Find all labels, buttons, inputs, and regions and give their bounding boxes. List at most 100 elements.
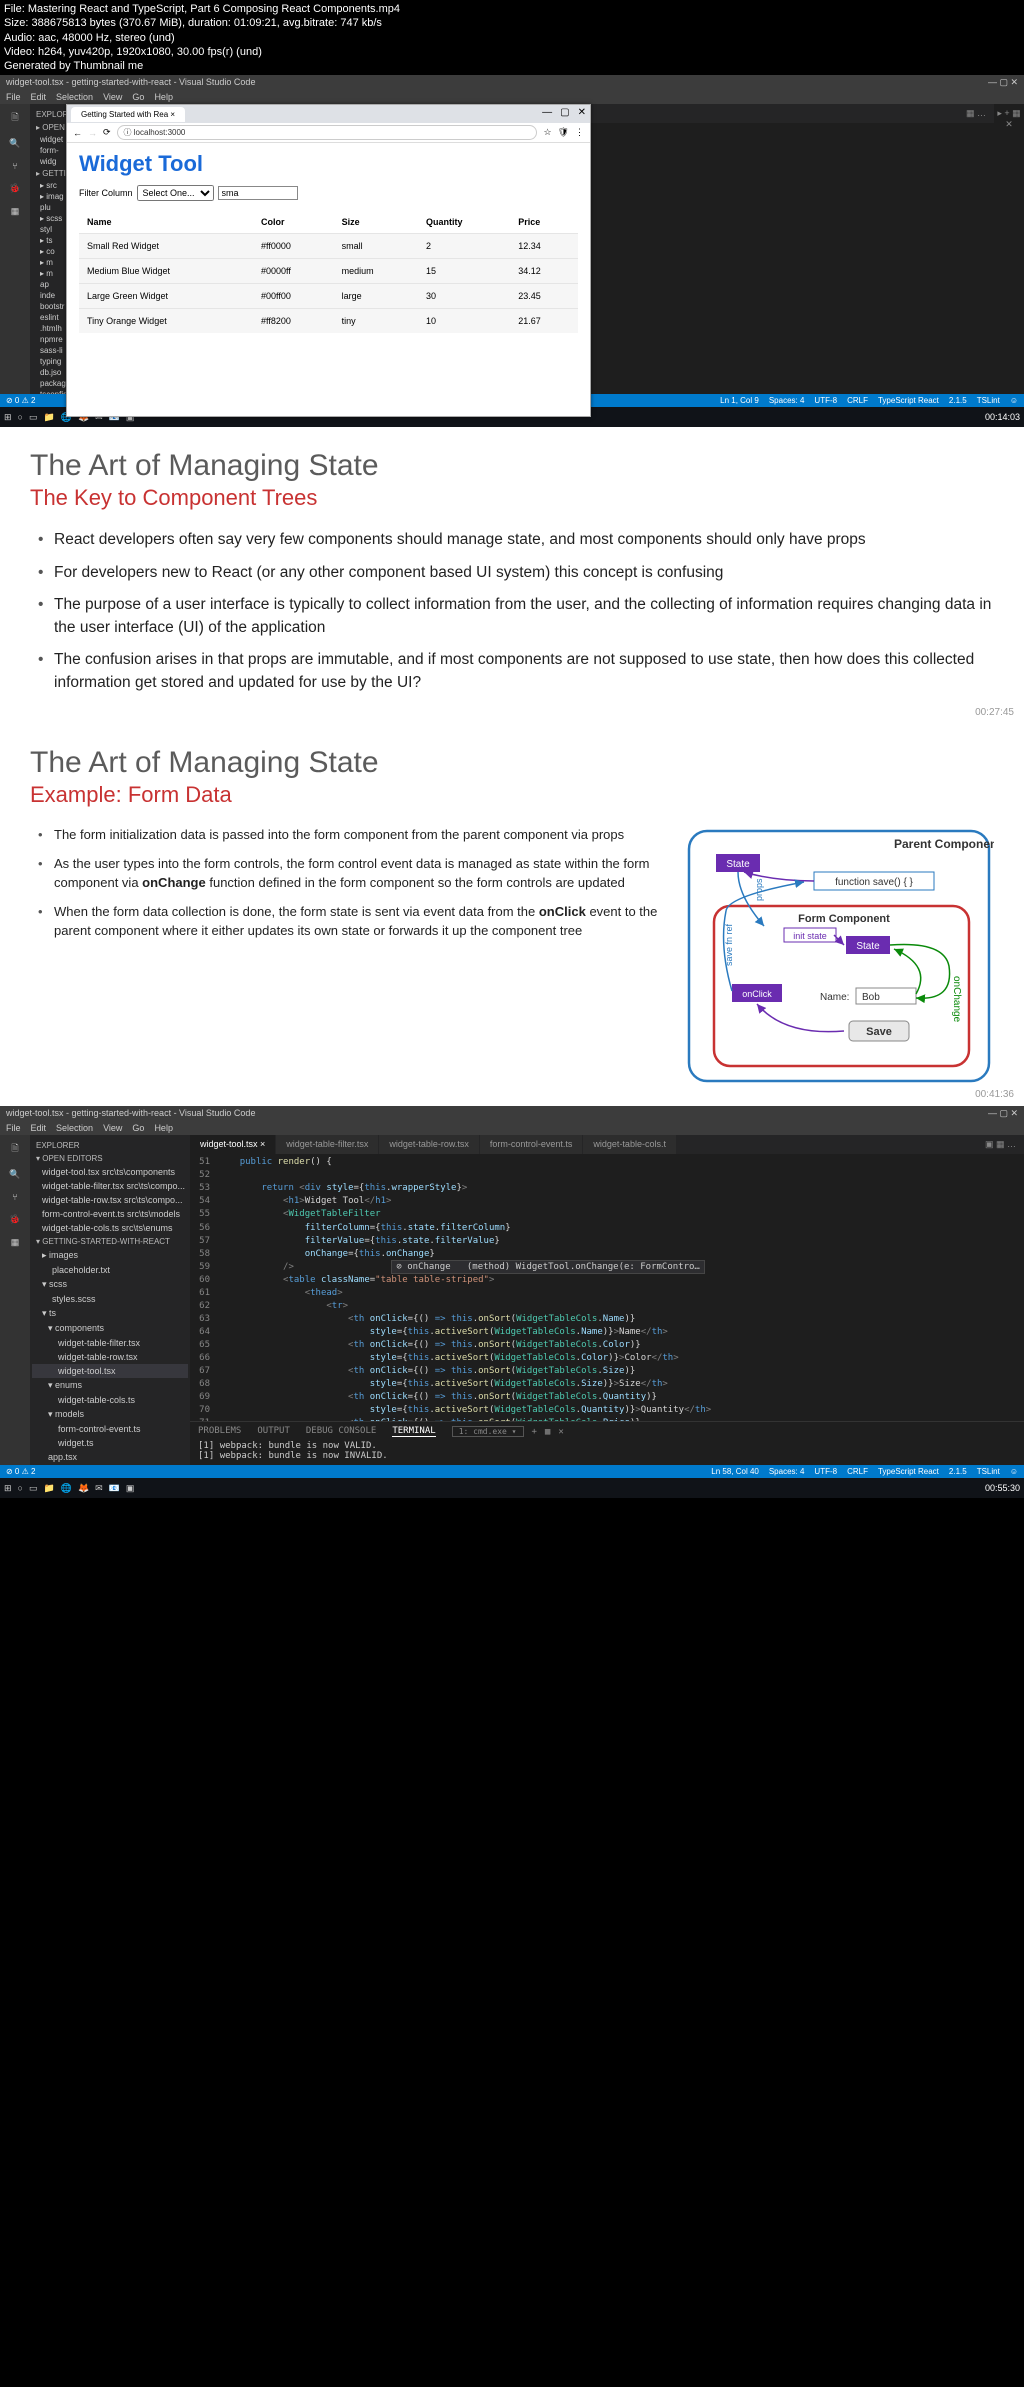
activity-bar[interactable]: 🗎 🔍 ⑂ 🐞 ▦ <box>0 104 30 394</box>
filter-input[interactable] <box>218 186 298 200</box>
tree-item[interactable]: ▾ scss <box>32 1277 188 1292</box>
vscode-menu[interactable]: FileEditSelectionViewGoHelp <box>0 90 1024 104</box>
open-editor-item[interactable]: form-control-event.ts src\ts\models <box>32 1207 188 1221</box>
explorer-sidebar[interactable]: EXPLORER ▾ OPEN EDITORS widget-tool.tsx … <box>30 1135 190 1465</box>
tree-item[interactable]: app.tsx <box>32 1450 188 1464</box>
svg-text:State: State <box>856 941 880 952</box>
files-icon[interactable]: 🗎 <box>11 1141 18 1157</box>
component-diagram: Parent Component State function save() {… <box>684 826 994 1086</box>
extensions-icon[interactable]: ▦ <box>11 1237 20 1248</box>
windows-taskbar[interactable]: ⊞ ○▭📁🌐🦊✉📧▣ 00:55:30 <box>0 1478 1024 1498</box>
shield-icon[interactable]: 🛡 <box>558 127 569 138</box>
tree-item[interactable]: ▾ enums <box>32 1378 188 1393</box>
svg-text:onChange: onChange <box>951 976 962 1023</box>
debug-icon[interactable]: 🐞 <box>9 183 20 194</box>
open-editor-item[interactable]: widget-tool.tsx src\ts\components <box>32 1165 188 1179</box>
panel-tab[interactable]: PROBLEMS <box>198 1426 241 1437</box>
svg-text:Name:: Name: <box>820 992 849 1003</box>
editor-tab[interactable]: widget-table-filter.tsx <box>276 1135 379 1154</box>
panel-tab[interactable]: DEBUG CONSOLE <box>306 1426 376 1437</box>
address-bar[interactable]: ⓘ localhost:3000 <box>117 125 538 140</box>
slide-managing-state-2: The Art of Managing State Example: Form … <box>0 724 1024 1106</box>
terminal-add-icon[interactable]: + <box>532 1427 537 1437</box>
tree-item[interactable]: ▸ images <box>32 1248 188 1263</box>
tree-item[interactable]: placeholder.txt <box>32 1263 188 1277</box>
col-size[interactable]: Size <box>334 211 418 234</box>
editor-right-actions[interactable]: ▸ + ▦ ✕ <box>994 104 1024 394</box>
terminal-close-icon[interactable]: ✕ <box>558 1427 563 1437</box>
files-icon[interactable]: 🗎 <box>11 110 18 126</box>
browser-window-controls[interactable]: —▢✕ <box>542 107 586 118</box>
vscode-titlebar: widget-tool.tsx - getting-started-with-r… <box>0 75 1024 90</box>
debug-icon[interactable]: 🐞 <box>9 1214 20 1225</box>
slide-title: The Art of Managing State <box>30 449 994 483</box>
taskview-icon[interactable]: ▭ <box>29 412 38 423</box>
terminal-panel[interactable]: PROBLEMS OUTPUT DEBUG CONSOLE TERMINAL 1… <box>190 1421 1024 1465</box>
forward-icon[interactable]: → <box>88 128 97 138</box>
tree-item[interactable]: widget-table-filter.tsx <box>32 1336 188 1350</box>
browser-tab[interactable]: Getting Started with Rea × <box>71 107 185 122</box>
slide-managing-state-1: The Art of Managing State The Key to Com… <box>0 427 1024 724</box>
open-editors-section[interactable]: ▾ OPEN EDITORS <box>32 1152 188 1165</box>
col-qty[interactable]: Quantity <box>418 211 510 234</box>
search-icon[interactable]: 🔍 <box>9 1169 20 1180</box>
extensions-icon[interactable]: ▦ <box>11 206 20 217</box>
widget-table: Name Color Size Quantity Price Small Red… <box>79 211 578 333</box>
col-color[interactable]: Color <box>253 211 334 234</box>
editor-tab[interactable]: widget-table-row.tsx <box>379 1135 480 1154</box>
panel-tab[interactable]: OUTPUT <box>257 1426 290 1437</box>
col-price[interactable]: Price <box>510 211 578 234</box>
svg-text:init state: init state <box>793 931 827 941</box>
thumbnail-timestamp: 00:27:45 <box>975 707 1014 718</box>
editor-tabs: widget-tool.tsx × widget-table-filter.ts… <box>190 1135 1024 1154</box>
tree-item[interactable]: index.html <box>32 1464 188 1465</box>
open-editor-item[interactable]: widget-table-cols.ts src\ts\enums <box>32 1221 188 1235</box>
back-icon[interactable]: ← <box>73 128 82 138</box>
tree-item-selected[interactable]: widget-tool.tsx <box>32 1364 188 1378</box>
search-icon[interactable]: 🔍 <box>9 138 20 149</box>
tree-item[interactable]: ▾ models <box>32 1407 188 1422</box>
slide-bullet: When the form data collection is done, t… <box>36 903 674 941</box>
slide-bullet: For developers new to React (or any othe… <box>36 562 994 584</box>
slide-bullet: The confusion arises in that props are i… <box>36 649 994 694</box>
window-controls[interactable]: — ▢ ✕ <box>988 77 1018 88</box>
tree-item[interactable]: widget-table-cols.ts <box>32 1393 188 1407</box>
terminal-split-icon[interactable]: ▦ <box>545 1427 550 1437</box>
tree-item[interactable]: styles.scss <box>32 1292 188 1306</box>
terminal-select[interactable]: 1: cmd.exe ▾ <box>452 1426 524 1437</box>
open-editor-item[interactable]: widget-table-filter.tsx src\ts\compo... <box>32 1179 188 1193</box>
activity-bar[interactable]: 🗎 🔍 ⑂ 🐞 ▦ <box>0 1135 30 1465</box>
editor-actions[interactable]: ▣ ▦ … <box>977 1135 1024 1154</box>
tree-item[interactable]: widget.ts <box>32 1436 188 1450</box>
tree-item[interactable]: ▾ components <box>32 1321 188 1336</box>
git-icon[interactable]: ⑂ <box>12 1192 17 1202</box>
reload-icon[interactable]: ⟳ <box>103 127 111 138</box>
cortana-icon[interactable]: ○ <box>18 412 23 422</box>
git-icon[interactable]: ⑂ <box>12 161 17 171</box>
editor-actions[interactable]: ▦ … <box>958 104 994 123</box>
editor-tab[interactable]: form-control-event.ts <box>480 1135 584 1154</box>
col-name[interactable]: Name <box>79 211 253 234</box>
code-editor[interactable]: 51 public render() { 52 53 return <div s… <box>190 1154 1024 1421</box>
status-bar[interactable]: ⊘ 0 ⚠ 2 Ln 58, Col 40Spaces: 4 UTF-8CRLF… <box>0 1465 1024 1478</box>
slide-bullet: React developers often say very few comp… <box>36 529 994 551</box>
thumbnail-timestamp: 00:14:03 <box>985 412 1020 422</box>
vscode-window-2: widget-tool.tsx - getting-started-with-r… <box>0 1106 1024 1498</box>
thumbnail-timestamp: 00:41:36 <box>975 1089 1014 1100</box>
tree-item[interactable]: widget-table-row.tsx <box>32 1350 188 1364</box>
tree-item[interactable]: form-control-event.ts <box>32 1422 188 1436</box>
editor-tab[interactable]: widget-tool.tsx × <box>190 1135 276 1154</box>
page-content: Widget Tool Filter Column Select One... … <box>67 143 590 341</box>
open-editor-item[interactable]: widget-table-row.tsx src\ts\compo... <box>32 1193 188 1207</box>
panel-tab-active[interactable]: TERMINAL <box>392 1426 435 1437</box>
start-icon[interactable]: ⊞ <box>4 412 12 423</box>
tree-item[interactable]: ▾ ts <box>32 1306 188 1321</box>
vscode-menu[interactable]: FileEditSelectionViewGoHelp <box>0 1121 1024 1135</box>
menu-icon[interactable]: ⋮ <box>575 127 584 138</box>
table-row: Medium Blue Widget#0000ffmedium1534.12 <box>79 259 578 284</box>
filter-column-select[interactable]: Select One... <box>137 185 214 201</box>
window-controls[interactable]: — ▢ ✕ <box>988 1108 1018 1119</box>
editor-tab[interactable]: widget-table-cols.t <box>583 1135 677 1154</box>
star-icon[interactable]: ☆ <box>543 127 551 138</box>
start-icon[interactable]: ⊞ <box>4 1483 12 1494</box>
